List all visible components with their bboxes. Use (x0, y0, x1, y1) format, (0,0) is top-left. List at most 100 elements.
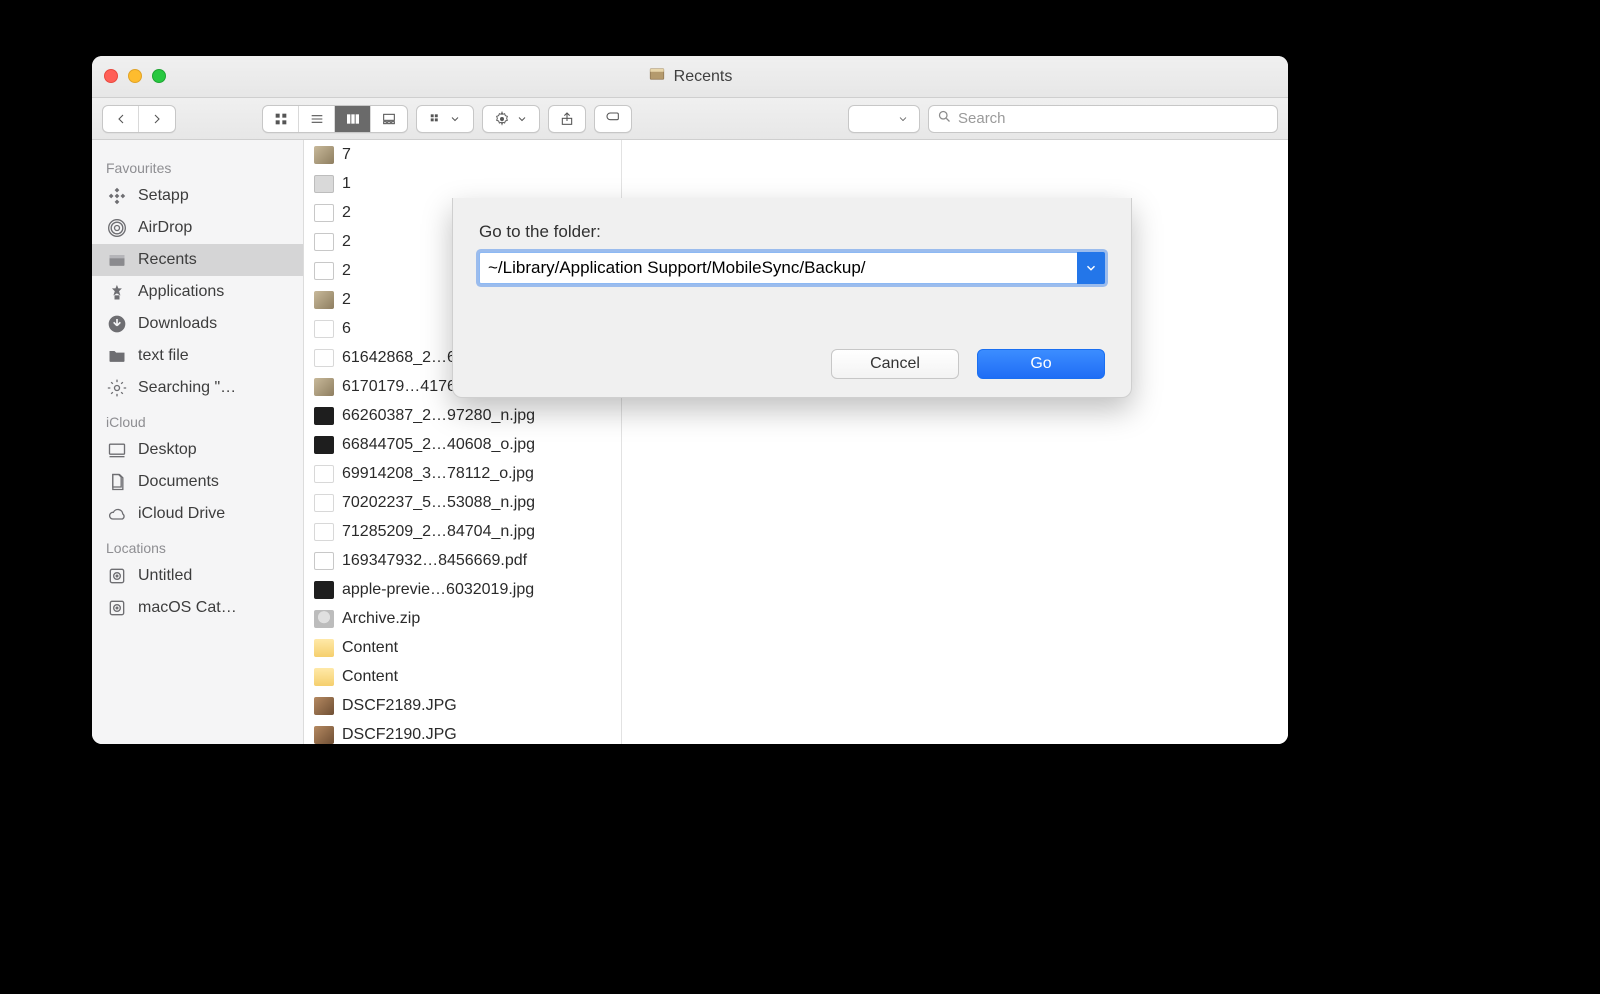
window-controls (104, 69, 166, 83)
file-name: 2 (342, 233, 351, 251)
icon-view[interactable] (263, 106, 299, 132)
cancel-button[interactable]: Cancel (831, 349, 959, 379)
sidebar-item-documents[interactable]: Documents (92, 466, 303, 498)
tags-button[interactable] (595, 106, 631, 132)
go-to-folder-dialog: Go to the folder: Cancel Go (452, 198, 1132, 398)
sidebar-section-title: Favourites (92, 150, 303, 180)
file-row[interactable]: 66260387_2…97280_n.jpg (304, 401, 621, 430)
close-button[interactable] (104, 69, 118, 83)
finder-window: Recents (92, 56, 1288, 744)
forward-button[interactable] (139, 106, 175, 132)
file-row[interactable]: 66844705_2…40608_o.jpg (304, 430, 621, 459)
disk-icon (106, 598, 128, 618)
sidebar-item-macos-cat-[interactable]: macOS Cat… (92, 592, 303, 624)
gallery-view[interactable] (371, 106, 407, 132)
window-title: Recents (648, 65, 733, 88)
sidebar-item-label: Documents (138, 473, 219, 491)
zoom-button[interactable] (152, 69, 166, 83)
file-row[interactable]: 7 (304, 140, 621, 169)
folder-icon (106, 346, 128, 366)
file-row[interactable]: Archive.zip (304, 604, 621, 633)
file-thumb-icon (314, 349, 334, 367)
file-name: DSCF2189.JPG (342, 697, 457, 715)
window-title-text: Recents (674, 68, 733, 86)
desktop-icon (106, 440, 128, 460)
sidebar-item-icloud-drive[interactable]: iCloud Drive (92, 498, 303, 530)
sidebar-item-text-file[interactable]: text file (92, 340, 303, 372)
file-row[interactable]: 1 (304, 169, 621, 198)
minimize-button[interactable] (128, 69, 142, 83)
file-name: Content (342, 639, 398, 657)
sidebar-item-desktop[interactable]: Desktop (92, 434, 303, 466)
share-button[interactable] (549, 106, 585, 132)
file-thumb-icon (314, 552, 334, 570)
file-name: 69914208_3…78112_o.jpg (342, 465, 534, 483)
sidebar-item-recents[interactable]: Recents (92, 244, 303, 276)
apps-icon (106, 282, 128, 302)
sidebar-section-title: iCloud (92, 404, 303, 434)
file-name: DSCF2190.JPG (342, 726, 457, 744)
search-field[interactable] (928, 105, 1278, 133)
sidebar-item-airdrop[interactable]: AirDrop (92, 212, 303, 244)
dropdown-button[interactable] (849, 106, 919, 132)
file-name: 6 (342, 320, 351, 338)
list-view[interactable] (299, 106, 335, 132)
file-name: 66844705_2…40608_o.jpg (342, 436, 535, 454)
sidebar-item-downloads[interactable]: Downloads (92, 308, 303, 340)
file-thumb-icon (314, 465, 334, 483)
file-thumb-icon (314, 697, 334, 715)
file-name: 169347932…8456669.pdf (342, 552, 527, 570)
file-thumb-icon (314, 262, 334, 280)
file-thumb-icon (314, 146, 334, 164)
file-name: apple-previe…6032019.jpg (342, 581, 534, 599)
file-row[interactable]: Content (304, 662, 621, 691)
sidebar-item-label: macOS Cat… (138, 599, 237, 617)
path-input[interactable] (479, 252, 1105, 284)
file-name: Archive.zip (342, 610, 420, 628)
file-name: 2 (342, 262, 351, 280)
file-thumb-icon (314, 436, 334, 454)
file-thumb-icon (314, 668, 334, 686)
nav-group (102, 105, 176, 133)
sidebar-item-untitled[interactable]: Untitled (92, 560, 303, 592)
file-name: 7 (342, 146, 351, 164)
file-row[interactable]: Content (304, 633, 621, 662)
setapp-icon (106, 186, 128, 206)
file-name: 1 (342, 175, 351, 193)
dialog-label: Go to the folder: (479, 222, 1105, 242)
file-row[interactable]: 70202237_5…53088_n.jpg (304, 488, 621, 517)
file-row[interactable]: DSCF2190.JPG (304, 720, 621, 744)
dialog-footer: Cancel Go (479, 349, 1105, 379)
sidebar-item-applications[interactable]: Applications (92, 276, 303, 308)
file-name: 66260387_2…97280_n.jpg (342, 407, 535, 425)
arrange-button[interactable] (417, 106, 473, 132)
airdrop-icon (106, 218, 128, 238)
file-name: 2 (342, 291, 351, 309)
toolbar (92, 98, 1288, 140)
sidebar: FavouritesSetappAirDropRecentsApplicatio… (92, 140, 304, 744)
gear-icon (106, 378, 128, 398)
file-name: 2 (342, 204, 351, 222)
share-group (548, 105, 586, 133)
sidebar-item-searching-[interactable]: Searching "… (92, 372, 303, 404)
dropdown-group (848, 105, 920, 133)
cloud-icon (106, 504, 128, 524)
go-button[interactable]: Go (977, 349, 1105, 379)
download-icon (106, 314, 128, 334)
sidebar-item-label: Searching "… (138, 379, 236, 397)
file-row[interactable]: 169347932…8456669.pdf (304, 546, 621, 575)
file-row[interactable]: DSCF2189.JPG (304, 691, 621, 720)
action-button[interactable] (483, 106, 539, 132)
sidebar-item-label: Downloads (138, 315, 217, 333)
back-button[interactable] (103, 106, 139, 132)
file-row[interactable]: 71285209_2…84704_n.jpg (304, 517, 621, 546)
sidebar-item-setapp[interactable]: Setapp (92, 180, 303, 212)
history-dropdown[interactable] (1077, 252, 1105, 284)
file-thumb-icon (314, 233, 334, 251)
file-row[interactable]: 69914208_3…78112_o.jpg (304, 459, 621, 488)
sidebar-item-label: text file (138, 347, 189, 365)
file-thumb-icon (314, 494, 334, 512)
search-input[interactable] (958, 110, 1269, 127)
column-view[interactable] (335, 106, 371, 132)
file-row[interactable]: apple-previe…6032019.jpg (304, 575, 621, 604)
